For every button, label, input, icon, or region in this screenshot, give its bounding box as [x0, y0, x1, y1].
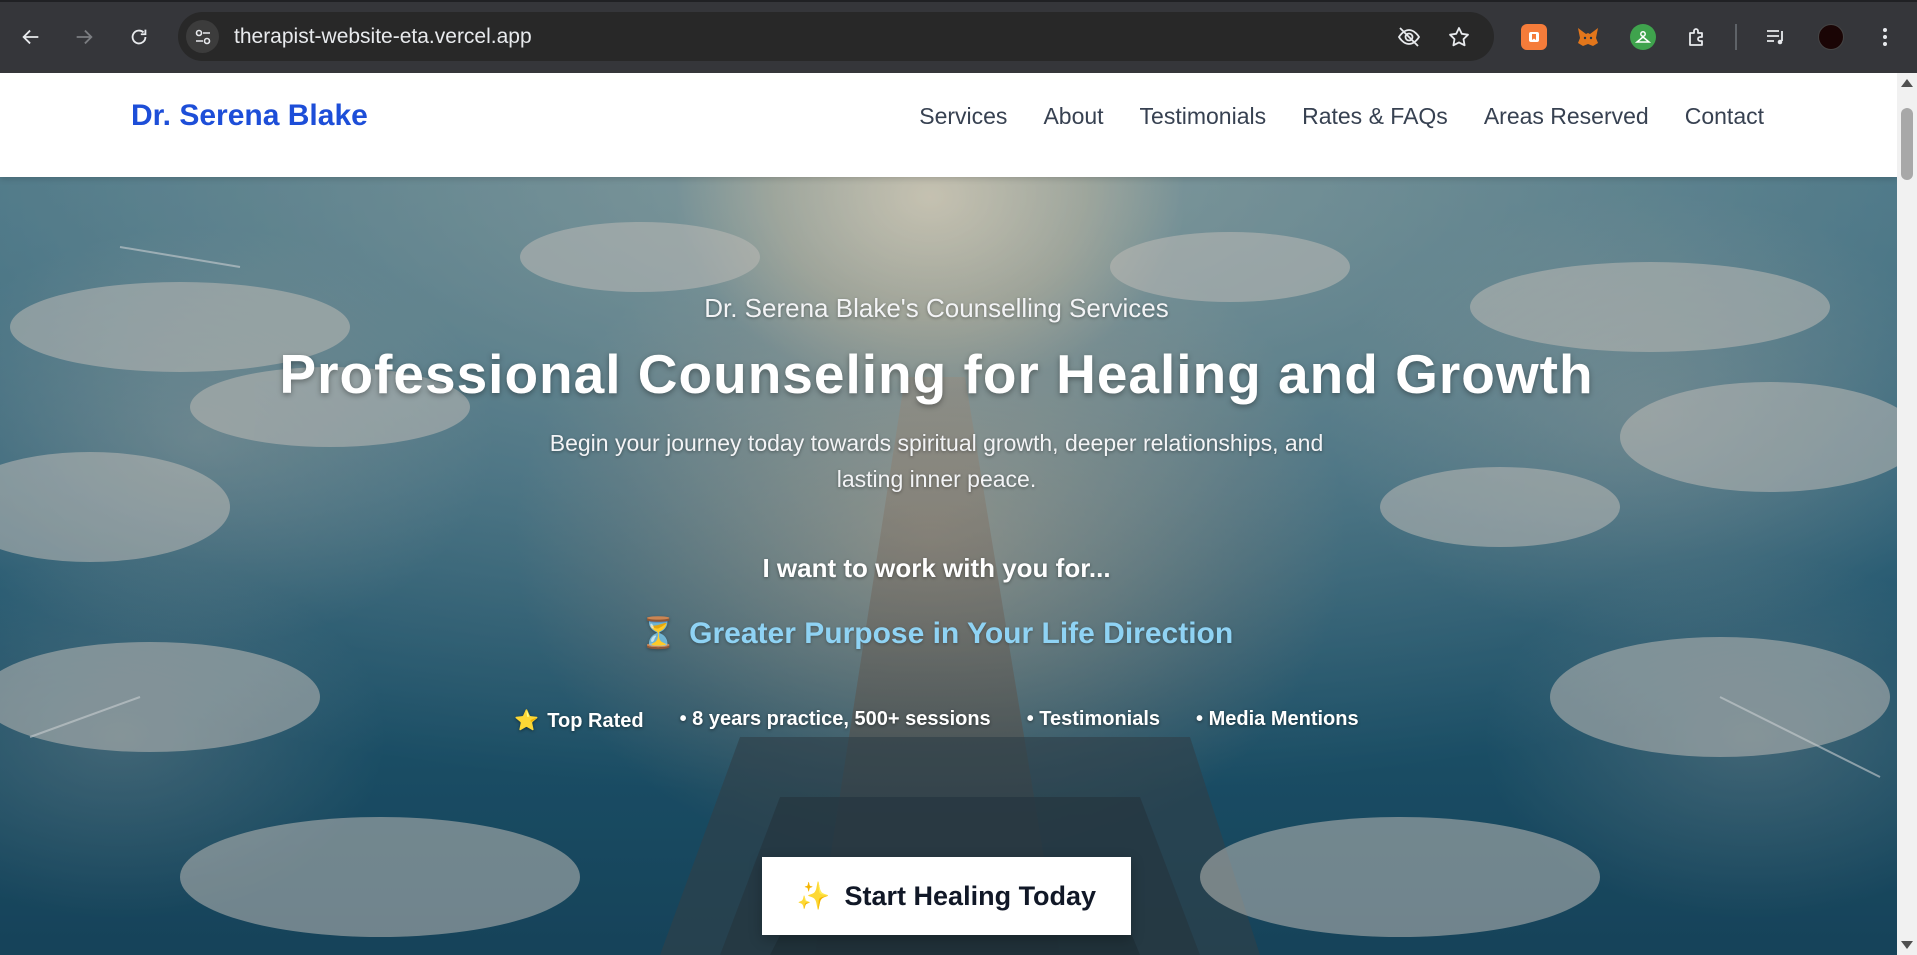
- site-info-icon: [195, 29, 210, 44]
- bookmark-button[interactable]: [1446, 24, 1472, 50]
- rotating-purpose: ⏳ Greater Purpose in Your Life Direction: [0, 616, 1873, 651]
- trust-badges: ⭐ Top Rated • 8 years practice, 500+ sess…: [0, 708, 1873, 733]
- scroll-down-arrow-icon[interactable]: [1901, 941, 1913, 949]
- bookmark-star-icon: [1449, 27, 1469, 47]
- star-icon: ⭐: [514, 710, 540, 732]
- fox-icon: [1578, 28, 1598, 46]
- hero-subhead: Begin your journey today towards spiritu…: [549, 430, 1324, 492]
- menu-kebab-icon: [1883, 28, 1887, 46]
- extension-orange[interactable]: [1521, 24, 1547, 50]
- forward-button[interactable]: [67, 20, 101, 54]
- browser-toolbar: therapist-website-eta.vercel.app: [0, 0, 1917, 73]
- cta-label: Start Healing Today: [844, 880, 1097, 911]
- start-healing-button[interactable]: ✨ Start Healing Today: [762, 857, 1131, 935]
- hero-headline: Professional Counseling for Healing and …: [279, 343, 1594, 405]
- nav-services[interactable]: Services: [919, 103, 1007, 130]
- site-info-button[interactable]: [186, 20, 219, 53]
- chrome-menu-button[interactable]: [1872, 24, 1898, 50]
- rotating-purpose-text: Greater Purpose in Your Life Direction: [689, 617, 1234, 650]
- extensions-button[interactable]: [1684, 24, 1710, 50]
- badge-testimonials: • Testimonials: [1026, 708, 1161, 730]
- extensions-puzzle-icon: [1689, 28, 1703, 46]
- tab-strip-edge: [0, 0, 1917, 2]
- hero-eyebrow: Dr. Serena Blake's Counselling Services: [704, 293, 1169, 323]
- page-viewport: Dr. Serena Blake Services About Testimon…: [0, 73, 1897, 955]
- nav-rates-faqs[interactable]: Rates & FAQs: [1302, 103, 1448, 130]
- url-text[interactable]: therapist-website-eta.vercel.app: [234, 25, 532, 49]
- hourglass-icon: ⏳: [639, 617, 678, 650]
- address-bar[interactable]: therapist-website-eta.vercel.app: [178, 12, 1494, 61]
- media-control-button[interactable]: [1763, 24, 1789, 50]
- tracking-protection-button[interactable]: [1396, 24, 1422, 50]
- toolbar-divider: [1735, 24, 1737, 50]
- sparkles-icon: ✨: [796, 881, 831, 911]
- reload-icon: [131, 29, 147, 45]
- extension-green[interactable]: [1630, 24, 1656, 50]
- media-queue-icon: [1767, 30, 1783, 45]
- extension-metamask[interactable]: [1575, 24, 1601, 50]
- forward-icon: [76, 29, 93, 45]
- site-header: Dr. Serena Blake Services About Testimon…: [0, 73, 1897, 177]
- bookmark-ext-icon: [1529, 32, 1539, 42]
- hanger-icon: [1634, 31, 1652, 43]
- scrollbar-thumb[interactable]: [1901, 108, 1913, 180]
- scroll-up-arrow-icon[interactable]: [1901, 79, 1913, 87]
- nav-about[interactable]: About: [1043, 103, 1103, 130]
- badge-experience: • 8 years practice, 500+ sessions: [679, 708, 991, 730]
- reload-button[interactable]: [122, 20, 156, 54]
- back-button[interactable]: [14, 20, 48, 54]
- badge-media: • Media Mentions: [1196, 708, 1359, 730]
- brand-logo[interactable]: Dr. Serena Blake: [131, 99, 368, 133]
- eye-off-icon: [1397, 27, 1421, 47]
- nav-areas-reserved[interactable]: Areas Reserved: [1484, 103, 1649, 130]
- hero-section: Dr. Serena Blake's Counselling Services …: [0, 177, 1897, 955]
- back-icon: [22, 29, 39, 45]
- main-nav: Services About Testimonials Rates & FAQs…: [919, 103, 1764, 130]
- page-scrollbar[interactable]: [1897, 73, 1917, 955]
- nav-testimonials[interactable]: Testimonials: [1140, 103, 1267, 130]
- badge-top-rated: ⭐ Top Rated: [514, 708, 643, 733]
- profile-avatar[interactable]: [1818, 24, 1844, 50]
- nav-contact[interactable]: Contact: [1685, 103, 1764, 130]
- hero-content: Dr. Serena Blake's Counselling Services …: [0, 177, 1897, 955]
- badge-top-rated-text: Top Rated: [547, 710, 644, 732]
- work-with-label: I want to work with you for...: [762, 553, 1111, 583]
